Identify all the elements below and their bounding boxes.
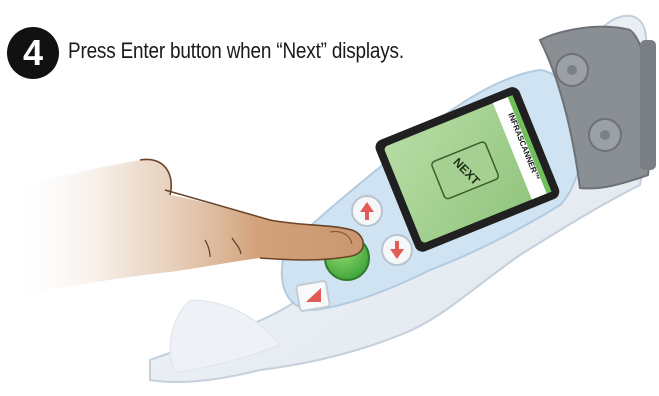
step-instruction: Press Enter button when “Next” displays. [68,38,404,63]
up-button[interactable] [351,195,383,227]
down-button[interactable] [381,234,413,266]
step-number: 4 [22,32,44,73]
left-button[interactable] [295,280,331,312]
instruction-illustration: 4 Press Enter button when “Next” display… [0,0,659,396]
step-badge: 4 [6,26,60,80]
